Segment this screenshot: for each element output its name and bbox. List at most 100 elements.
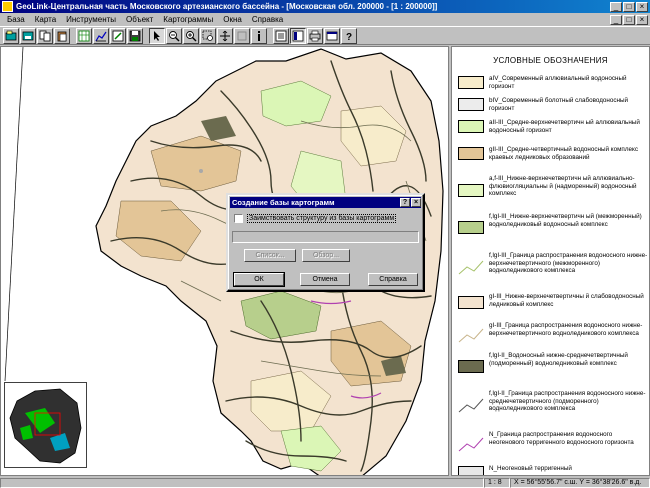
paste-icon[interactable] [54,27,70,44]
legend-label: N_Неогеновый терригенный [489,465,572,472]
menu-object[interactable]: Объект [121,15,158,24]
status-coordinates: X = 56°55'56.7" с.ш. Y = 36°38'26.6" в.д… [510,477,650,488]
child-window-controls: _ □ × [610,14,648,25]
boundary-line-icon [458,260,484,275]
legend-label: aIV_Современный аллювиальный водоносный … [489,75,627,90]
export-icon[interactable] [324,27,340,44]
legend-panel[interactable]: УСЛОВНЫЕ ОБОЗНАЧЕНИЯ aIV_Современный алл… [451,46,650,476]
cancel-button[interactable]: Отмена [300,273,350,286]
legend-item: gI-III_Граница распространения водоносно… [458,322,648,344]
legend-item: aIV_Современный аллювиальный водоносный … [458,75,648,90]
menu-windows[interactable]: Окна [218,15,247,24]
legend-item: N_Неогеновый терригенный [458,465,648,475]
legend-swatch [458,147,484,160]
legend-item: f,lgI-III_Граница распространения водоно… [458,252,648,276]
legend-label: a,f-III_Нижне-верхнечетвертичн ый аллюви… [489,175,637,198]
legend-item: a,f-III_Нижне-верхнечетвертичн ый аллюви… [458,175,648,198]
pan-icon[interactable] [217,27,233,44]
legend-swatch [458,466,484,475]
child-minimize-button[interactable]: _ [610,14,622,25]
dialog-controls: ? × [400,198,421,207]
legend-swatch [458,221,484,234]
edit-chart-icon[interactable] [110,27,126,44]
zoom-rect-icon[interactable] [200,27,216,44]
menu-tools[interactable]: Инструменты [61,15,121,24]
legend-label: gI-III_Нижне-верхнечетвертичны й слабово… [489,293,644,308]
legend-item: bIV_Современный болотный слабоводоносный… [458,97,648,112]
menu-map[interactable]: Карта [30,15,61,24]
ok-button[interactable]: ОК [233,272,285,287]
legend-label: bIV_Современный болотный слабоводоносный… [489,97,629,112]
close-button[interactable]: × [636,1,648,12]
list-button: Список... [244,249,296,262]
legend-item: gI-III_Нижне-верхнечетвертичны й слабово… [458,293,648,309]
menu-cartograms[interactable]: Картограммы [158,15,218,24]
status-scale: 1 : 8 [484,477,510,488]
help-icon[interactable]: ? [341,27,357,44]
legend-label: aII-III_Средне-верхнечетвертичн ый аллюв… [489,119,640,134]
legend-swatch [458,296,484,309]
layers-icon[interactable] [273,27,289,44]
boundary-line-icon [458,328,484,343]
legend-label: f,lgI-III_Граница распространения водоно… [489,252,648,275]
legend-swatch [458,76,484,89]
menu-database[interactable]: База [2,15,30,24]
borrow-structure-checkbox[interactable] [234,214,243,223]
legend-item: aII-III_Средне-верхнечетвертичн ый аллюв… [458,119,648,134]
legend-item: N_Граница распространения водоносного не… [458,431,648,453]
legend-swatch [458,120,484,133]
status-message [0,477,484,488]
menu-bar: База Карта Инструменты Объект Картограмм… [0,13,650,26]
legend-item: f,lgI-II_Граница распространения водонос… [458,390,648,414]
child-maximize-button[interactable]: □ [623,14,635,25]
application-window: GeoLink-Центральная часть Московского ар… [0,0,650,488]
title-bar[interactable]: GeoLink-Центральная часть Московского ар… [0,0,650,13]
legend-title: УСЛОВНЫЕ ОБОЗНАЧЕНИЯ [493,56,608,65]
overview-map[interactable] [4,382,87,468]
pointer-icon[interactable] [149,27,165,44]
chart-icon[interactable] [93,27,109,44]
boundary-line-icon [458,398,484,413]
help-button[interactable]: Справка [368,273,418,286]
maximize-button[interactable]: □ [623,1,635,12]
grid-icon[interactable] [76,27,92,44]
open-db-icon[interactable] [3,27,19,44]
minimize-button[interactable]: _ [610,1,622,12]
info-icon[interactable] [251,27,267,44]
dialog-title: Создание базы картограмм [232,198,335,207]
save-db-icon[interactable] [20,27,36,44]
legend-swatch [458,184,484,197]
legend-icon[interactable] [290,27,306,44]
borrow-structure-label[interactable]: Заимствовать структуру из базы картограм… [247,214,397,223]
child-close-button[interactable]: × [636,14,648,25]
window-title: GeoLink-Центральная часть Московского ар… [16,2,438,11]
create-cartogram-db-dialog: Создание базы картограмм ? × Заимствоват… [226,193,425,292]
dialog-title-bar[interactable]: Создание базы картограмм ? × [230,197,421,208]
zoom-out-icon[interactable] [166,27,182,44]
source-db-field [232,231,419,243]
dialog-help-button[interactable]: ? [400,198,410,207]
legend-item: f,lgI-II_Водоносный нижне-среднечетверти… [458,352,648,373]
disabled-tool-icon [234,27,250,44]
zoom-in-icon[interactable] [183,27,199,44]
legend-swatch [458,98,484,111]
dialog-close-button[interactable]: × [411,198,421,207]
print-icon[interactable] [307,27,323,44]
legend-swatch [458,360,484,373]
app-icon[interactable] [2,1,13,12]
legend-label: f,lgI-II_Водоносный нижне-среднечетверти… [489,352,628,367]
copy-icon[interactable] [37,27,53,44]
legend-label: f,lgI-III_Нижне-верхнечетвертичн ый (меж… [489,213,642,228]
save-icon[interactable] [127,27,143,44]
legend-label: f,lgI-II_Граница распространения водонос… [489,390,646,413]
menu-help[interactable]: Справка [247,15,288,24]
browse-button: Обзор... [302,249,350,262]
legend-label: N_Граница распространения водоносного не… [489,431,634,446]
boundary-line-icon [458,437,484,452]
window-controls: _ □ × [610,1,648,12]
legend-label: gII-III_Средне-четвертичный водоносный к… [489,146,638,161]
legend-item: gII-III_Средне-четвертичный водоносный к… [458,146,648,161]
borrow-structure-row[interactable]: Заимствовать структуру из базы картограм… [234,214,397,223]
svg-text:?: ? [346,32,352,42]
legend-item: f,lgI-III_Нижне-верхнечетвертичн ый (меж… [458,213,648,234]
